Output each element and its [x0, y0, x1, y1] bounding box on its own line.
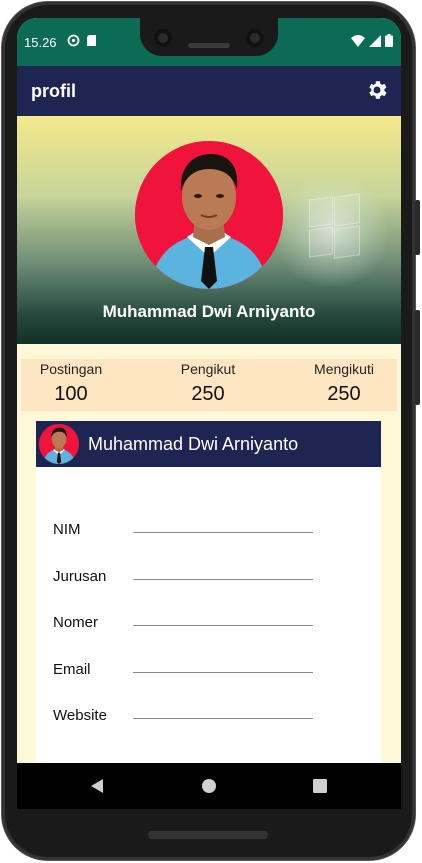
status-time: 15.26 [24, 35, 57, 50]
app-bar: profil [17, 66, 401, 116]
person-photo [39, 424, 79, 464]
field-website: Website [53, 707, 353, 731]
battery-icon [385, 34, 393, 50]
gear-icon [369, 81, 387, 99]
home-button[interactable] [189, 763, 229, 809]
stat-following[interactable]: Mengikuti 250 [289, 359, 399, 406]
home-icon [202, 779, 216, 793]
stat-value: 250 [327, 383, 361, 405]
stat-label: Mengikuti [314, 361, 374, 377]
power-button [415, 200, 420, 255]
field-label: Website [53, 707, 107, 724]
profile-stats: Postingan 100 Pengikut 250 Mengikuti 250 [21, 359, 397, 411]
camera-notch [140, 18, 278, 56]
app-screen: 15.26 profil Muhammad Dwi Arniyanto Post… [17, 18, 401, 763]
wifi-icon [351, 34, 365, 50]
sd-card-icon [86, 34, 97, 50]
sync-icon [67, 34, 80, 50]
profile-header: Muhammad Dwi Arniyanto [17, 116, 401, 344]
card-name: Muhammad Dwi Arniyanto [88, 434, 299, 454]
field-label: NIM [53, 521, 81, 538]
field-label: Nomer [53, 614, 99, 631]
field-nomer: Nomer [53, 614, 353, 638]
navigation-bar [17, 763, 401, 809]
settings-button[interactable] [365, 78, 389, 102]
card-header: Muhammad Dwi Arniyanto [36, 421, 381, 467]
stat-label: Postingan [39, 361, 103, 377]
back-button[interactable] [77, 763, 117, 809]
wallpaper-pane [309, 196, 333, 228]
back-icon [91, 779, 103, 793]
stat-value: 100 [54, 383, 88, 405]
page-title: profil [31, 81, 76, 101]
recents-button[interactable] [300, 763, 340, 809]
field-label: Jurusan [53, 568, 107, 585]
avatar-small [39, 424, 79, 464]
volume-button [415, 310, 420, 405]
stat-posts[interactable]: Postingan 100 [17, 359, 126, 406]
wallpaper-pane [334, 225, 360, 259]
front-sensor [246, 29, 264, 47]
stat-followers[interactable]: Pengikut 250 [153, 359, 263, 406]
bottom-speaker [148, 831, 268, 839]
status-bar: 15.26 [17, 18, 401, 66]
wallpaper-pane [334, 193, 360, 227]
field-value-line [133, 625, 313, 626]
person-photo [135, 141, 283, 289]
avatar[interactable] [135, 141, 283, 289]
field-nim: NIM [53, 521, 353, 545]
field-value-line [133, 532, 313, 533]
field-email: Email [53, 661, 353, 685]
field-value-line [133, 579, 313, 580]
profile-info-card: Muhammad Dwi Arniyanto NIM Jurusan Nomer… [36, 421, 381, 763]
stat-value: 250 [191, 383, 225, 405]
field-label: Email [53, 661, 91, 678]
signal-icon [369, 34, 381, 50]
front-camera [154, 29, 172, 47]
wallpaper-pane [309, 226, 333, 258]
stat-label: Pengikut [180, 361, 236, 377]
field-jurusan: Jurusan [53, 568, 353, 592]
field-value-line [133, 718, 313, 719]
field-value-line [133, 672, 313, 673]
recents-icon [313, 779, 327, 793]
profile-name: Muhammad Dwi Arniyanto [102, 302, 316, 321]
earpiece [188, 43, 230, 48]
